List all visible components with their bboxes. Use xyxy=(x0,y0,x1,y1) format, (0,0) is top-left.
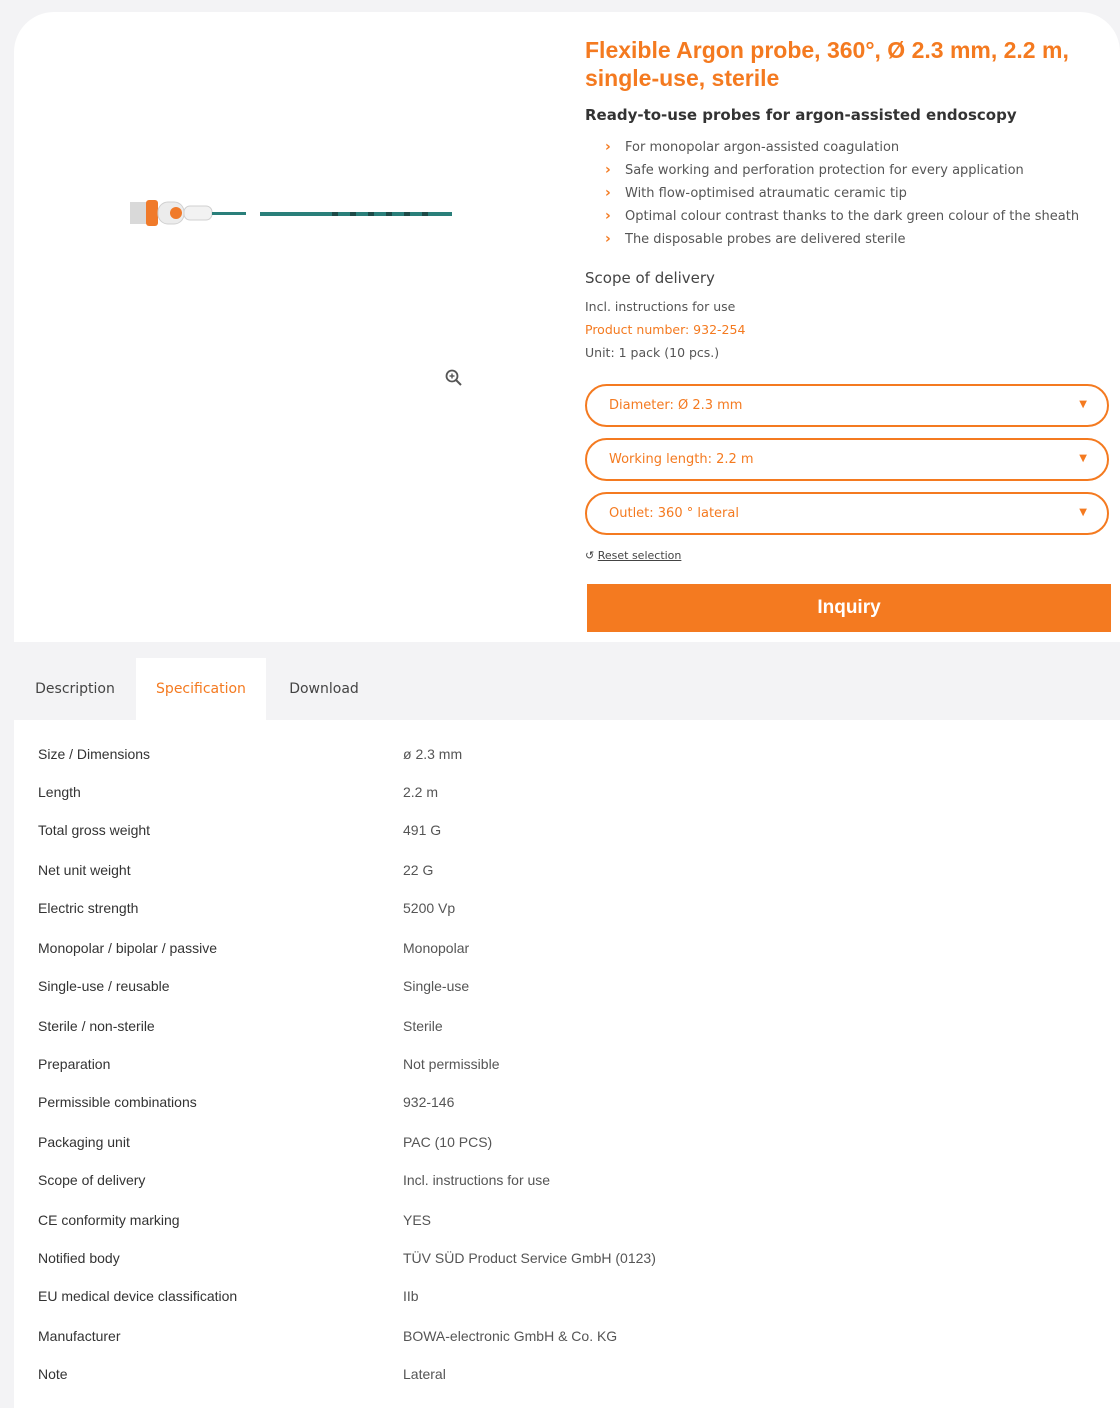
table-row: Electric strength 5200 Vp xyxy=(38,900,456,916)
tab-specification[interactable]: Specification xyxy=(136,658,266,720)
feature-item: › Optimal colour contrast thanks to the d… xyxy=(605,205,1115,228)
reset-icon: ↺ xyxy=(585,549,595,562)
feature-item: › For monopolar argon-assisted coagulatio… xyxy=(605,136,1115,159)
product-title: Flexible Argon probe, 360°, Ø 2.3 mm, 2.… xyxy=(585,37,1069,91)
chevron-right-icon: › xyxy=(605,208,611,224)
zoom-icon[interactable] xyxy=(444,368,464,388)
table-row: Sterile / non-sterile Sterile xyxy=(38,1018,443,1034)
table-row: EU medical device classification IIb xyxy=(38,1288,419,1304)
table-row: Monopolar / bipolar / passive Monopolar xyxy=(38,940,470,956)
caret-down-icon: ▼ xyxy=(1079,507,1087,518)
chevron-right-icon: › xyxy=(605,185,611,201)
scope-title: Scope of delivery xyxy=(585,269,715,287)
table-row: Note Lateral xyxy=(38,1366,446,1382)
table-row: Manufacturer BOWA-electronic GmbH & Co. K… xyxy=(38,1328,618,1344)
scope-text: Incl. instructions for use xyxy=(585,299,736,314)
table-row: Permissible combinations 932-146 xyxy=(38,1094,455,1110)
feature-item: › With flow-optimised atraumatic ceramic … xyxy=(605,182,1115,205)
diameter-select[interactable]: Diameter: Ø 2.3 mm ▼ xyxy=(585,384,1109,427)
reset-selection-link[interactable]: ↺ Reset selection xyxy=(585,549,681,562)
table-row: Packaging unit PAC (10 PCS) xyxy=(38,1134,493,1150)
product-number: Product number: 932-254 xyxy=(585,322,746,337)
unit-info: Unit: 1 pack (10 pcs.) xyxy=(585,345,720,360)
length-value: Working length: 2.2 m xyxy=(609,452,754,467)
feature-item: › The disposable probes are delivered ste… xyxy=(605,228,1115,251)
chevron-right-icon: › xyxy=(605,231,611,247)
outlet-value: Outlet: 360 ° lateral xyxy=(609,506,739,521)
feature-list: › For monopolar argon-assisted coagulatio… xyxy=(585,136,1115,251)
table-row: Size / Dimensions ø 2.3 mm xyxy=(38,746,463,762)
diameter-value: Diameter: Ø 2.3 mm xyxy=(609,398,743,413)
chevron-right-icon: › xyxy=(605,139,611,155)
caret-down-icon: ▼ xyxy=(1079,399,1087,410)
product-subtitle: Ready-to-use probes for argon-assisted e… xyxy=(585,106,1017,124)
outlet-select[interactable]: Outlet: 360 ° lateral ▼ xyxy=(585,492,1109,535)
table-row: Scope of delivery Incl. instructions for … xyxy=(38,1172,551,1188)
table-row: Preparation Not permissible xyxy=(38,1056,500,1072)
product-image[interactable] xyxy=(116,186,456,236)
tab-download[interactable]: Download xyxy=(266,658,382,720)
table-row: Net unit weight 22 G xyxy=(38,862,434,878)
tab-description[interactable]: Description xyxy=(14,658,136,720)
table-row: Notified body TÜV SÜD Product Service Gmb… xyxy=(38,1250,656,1266)
product-info: Flexible Argon probe, 360°, Ø 2.3 mm, 2.… xyxy=(585,36,1115,364)
chevron-right-icon: › xyxy=(605,162,611,178)
caret-down-icon: ▼ xyxy=(1079,453,1087,464)
table-row: Total gross weight 491 G xyxy=(38,822,442,838)
table-row: Single-use / reusable Single-use xyxy=(38,978,470,994)
inquiry-button[interactable]: Inquiry xyxy=(587,584,1111,632)
table-row: CE conformity marking YES xyxy=(38,1212,432,1228)
table-row: Length 2.2 m xyxy=(38,784,439,800)
length-select[interactable]: Working length: 2.2 m ▼ xyxy=(585,438,1109,481)
feature-item: › Safe working and perforation protection… xyxy=(605,159,1115,182)
tab-bar: Description Specification Download xyxy=(14,658,1120,720)
specification-table: Size / Dimensions ø 2.3 mm Length 2.2 m To… xyxy=(14,720,1120,1408)
